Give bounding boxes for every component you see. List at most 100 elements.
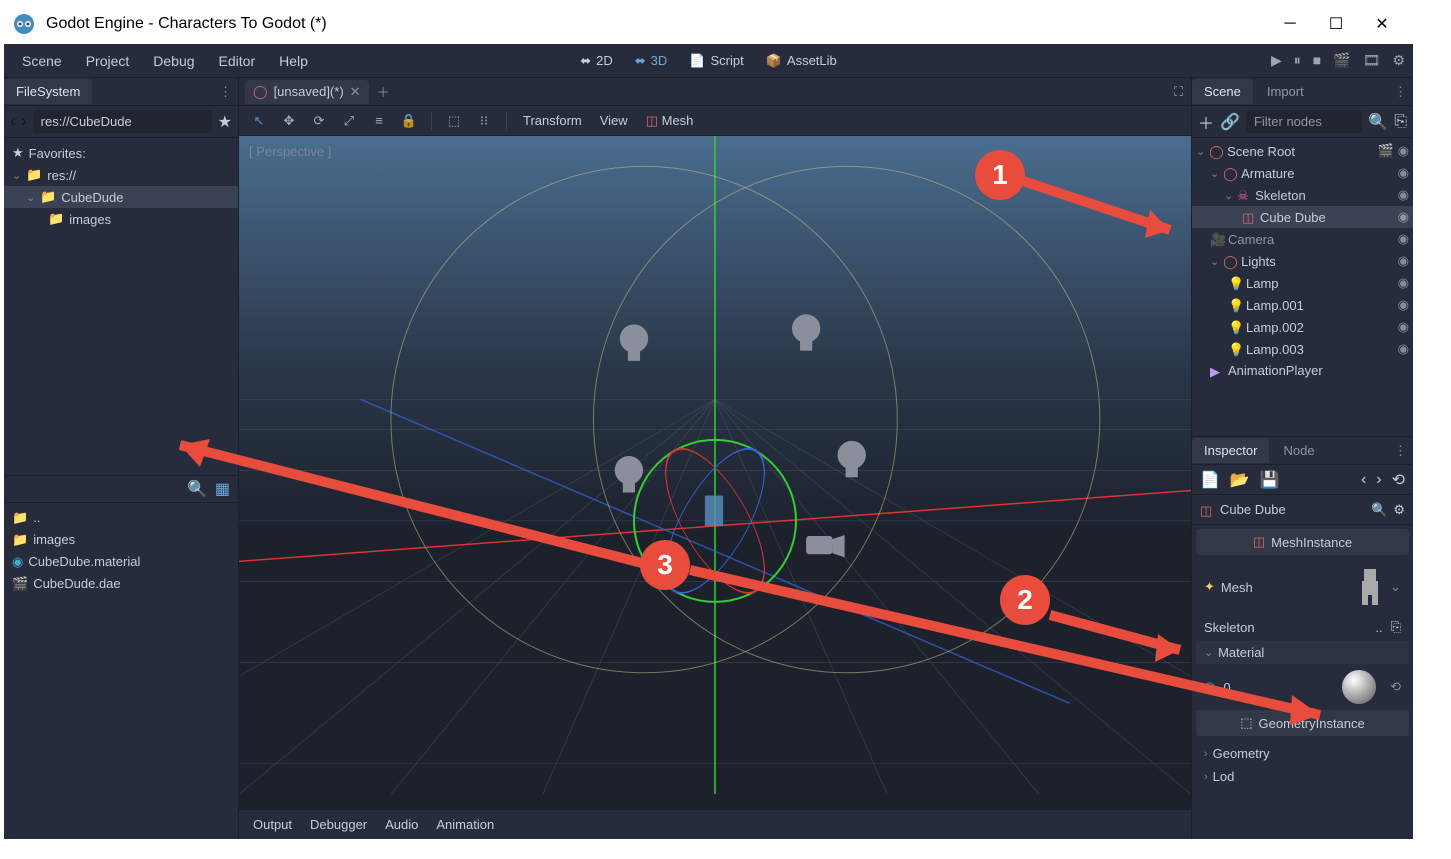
play-button[interactable]: ▶ [1271, 52, 1282, 69]
distraction-free-icon[interactable]: ⛶ [1174, 84, 1183, 100]
history-fwd-icon[interactable]: › [1376, 471, 1381, 489]
minimize-button[interactable]: ─ [1267, 8, 1313, 40]
close-button[interactable]: ✕ [1359, 8, 1405, 40]
extra-icon[interactable]: ⎘ [1394, 113, 1407, 131]
menu-editor[interactable]: Editor [207, 47, 268, 75]
mesh-preview-icon[interactable] [1356, 567, 1384, 607]
stop-button[interactable]: ■ [1313, 52, 1321, 69]
scale-tool-icon[interactable]: ⤢ [337, 109, 361, 133]
history-back-icon[interactable]: ‹ [1361, 471, 1366, 489]
view-menu[interactable]: View [594, 113, 634, 128]
output-tab[interactable]: Output [253, 817, 292, 832]
open-resource-icon[interactable]: 📂 [1230, 470, 1250, 490]
mesh-menu[interactable]: ◫ Mesh [640, 113, 700, 129]
tree-folder-cubedude[interactable]: ⌄📁CubeDude [4, 186, 238, 208]
visibility-icon[interactable]: ◉ [1398, 187, 1409, 203]
audio-tab[interactable]: Audio [385, 817, 418, 832]
scene-icon[interactable]: 🎬 [1377, 143, 1393, 159]
list-tool-icon[interactable]: ≡ [367, 109, 391, 133]
visibility-icon[interactable]: ◉ [1398, 165, 1409, 181]
link-icon[interactable]: 🔗 [1220, 112, 1240, 132]
visibility-icon[interactable]: ◉ [1398, 209, 1409, 225]
reset-icon[interactable]: ⟲ [1390, 679, 1401, 695]
nav-back-icon[interactable]: ‹ [10, 113, 15, 131]
menu-help[interactable]: Help [267, 47, 320, 75]
scene-node-skeleton[interactable]: ⌄☠Skeleton◉ [1192, 184, 1413, 206]
tree-root[interactable]: ⌄📁res:// [4, 164, 238, 186]
scene-node-camera[interactable]: 🎥Camera◉ [1192, 228, 1413, 250]
folder-icon: 📁 [12, 510, 28, 526]
filter-nodes-input[interactable]: Filter nodes [1246, 110, 1362, 133]
scene-node-lamp3[interactable]: 💡Lamp.003◉ [1192, 338, 1413, 360]
inspector-class-header[interactable]: ◫MeshInstance [1196, 529, 1409, 555]
rotate-tool-icon[interactable]: ⟳ [307, 109, 331, 133]
file-dae[interactable]: 🎬CubeDude.dae [4, 573, 238, 595]
add-node-icon[interactable]: ＋ [1198, 110, 1214, 134]
dropdown-icon[interactable]: ⌄ [1390, 579, 1401, 595]
visibility-icon[interactable]: ◉ [1398, 297, 1409, 313]
annotation-badge-1: 1 [975, 150, 1025, 200]
visibility-icon[interactable]: ◉ [1398, 231, 1409, 247]
import-dock-tab[interactable]: Import [1255, 79, 1316, 104]
mode-assetlib[interactable]: 📦AssetLib [757, 48, 846, 74]
dock-menu-icon[interactable]: ⋮ [1394, 84, 1407, 100]
save-resource-icon[interactable]: 💾 [1260, 470, 1280, 490]
close-tab-icon[interactable]: ✕ [350, 84, 361, 100]
node-tab[interactable]: Node [1271, 438, 1326, 463]
scene-node-mesh[interactable]: ◫Cube Dube◉ [1192, 206, 1413, 228]
material-icon: ◉ [12, 554, 23, 570]
scene-node-armature[interactable]: ⌄◯Armature◉ [1192, 162, 1413, 184]
pause-button[interactable]: ⏸ [1294, 52, 1301, 69]
folder-icon: 📁 [40, 189, 56, 205]
settings-icon[interactable]: ⚙ [1392, 52, 1405, 69]
favorite-icon[interactable]: ★ [218, 112, 232, 132]
path-field[interactable]: res://CubeDude [33, 110, 212, 133]
new-resource-icon[interactable]: 📄 [1200, 470, 1220, 490]
dock-menu-icon[interactable]: ⋮ [1394, 443, 1407, 459]
scene-dock-tab[interactable]: Scene [1192, 79, 1253, 104]
visibility-icon[interactable]: ◉ [1398, 143, 1409, 159]
favorites-row[interactable]: ★Favorites: [4, 142, 238, 164]
select-tool-icon[interactable]: ↖ [247, 109, 271, 133]
debugger-tab[interactable]: Debugger [310, 817, 367, 832]
menu-project[interactable]: Project [74, 47, 142, 75]
mode-2d[interactable]: ⬌2D [571, 48, 622, 74]
scene-node-lights[interactable]: ⌄◯Lights◉ [1192, 250, 1413, 272]
dock-menu-icon[interactable]: ⋮ [219, 84, 232, 100]
mode-script[interactable]: 📄Script [680, 48, 752, 74]
tools-icon[interactable]: ⚙ [1393, 502, 1405, 518]
scene-node-lamp2[interactable]: 💡Lamp.002◉ [1192, 316, 1413, 338]
tree-folder-images[interactable]: 📁images [4, 208, 238, 230]
add-tab-icon[interactable]: ＋ [369, 82, 398, 101]
menu-scene[interactable]: Scene [10, 47, 74, 75]
scene-tab-unsaved[interactable]: ◯ [unsaved](*) ✕ [245, 80, 369, 104]
menu-debug[interactable]: Debug [141, 47, 206, 75]
search-icon[interactable]: 🔍 [1371, 502, 1387, 518]
scene-node-root[interactable]: ⌄◯Scene Root🎬◉ [1192, 140, 1413, 162]
snap-tool-icon[interactable]: ⁝⁝ [472, 109, 496, 133]
geometry-category[interactable]: ›Geometry [1196, 742, 1409, 765]
visibility-icon[interactable]: ◉ [1398, 253, 1409, 269]
play-scene-button[interactable]: 🎬 [1333, 52, 1350, 69]
visibility-icon[interactable]: ◉ [1398, 341, 1409, 357]
history-icon[interactable]: ⟲ [1392, 470, 1405, 490]
assign-icon[interactable]: ⎘ [1391, 619, 1401, 635]
move-tool-icon[interactable]: ✥ [277, 109, 301, 133]
maximize-button[interactable]: ☐ [1313, 8, 1359, 40]
inspector-tab[interactable]: Inspector [1192, 438, 1269, 463]
nav-fwd-icon[interactable]: › [21, 113, 26, 131]
play-custom-button[interactable]: 🎞 [1363, 52, 1381, 69]
animation-tab[interactable]: Animation [436, 817, 494, 832]
filesystem-tab[interactable]: FileSystem [4, 79, 92, 104]
lock-tool-icon[interactable]: 🔒 [397, 109, 421, 133]
transform-menu[interactable]: Transform [517, 113, 588, 128]
visibility-icon[interactable]: ◉ [1398, 319, 1409, 335]
lod-category[interactable]: ›Lod [1196, 765, 1409, 788]
cube-tool-icon[interactable]: ⬚ [442, 109, 466, 133]
scene-node-animplayer[interactable]: ▶AnimationPlayer [1192, 360, 1413, 381]
visibility-icon[interactable]: ◉ [1398, 275, 1409, 291]
mode-3d[interactable]: ⬌3D [626, 48, 677, 74]
search-icon[interactable]: 🔍 [1368, 112, 1388, 132]
scene-node-lamp[interactable]: 💡Lamp◉ [1192, 272, 1413, 294]
scene-node-lamp1[interactable]: 💡Lamp.001◉ [1192, 294, 1413, 316]
